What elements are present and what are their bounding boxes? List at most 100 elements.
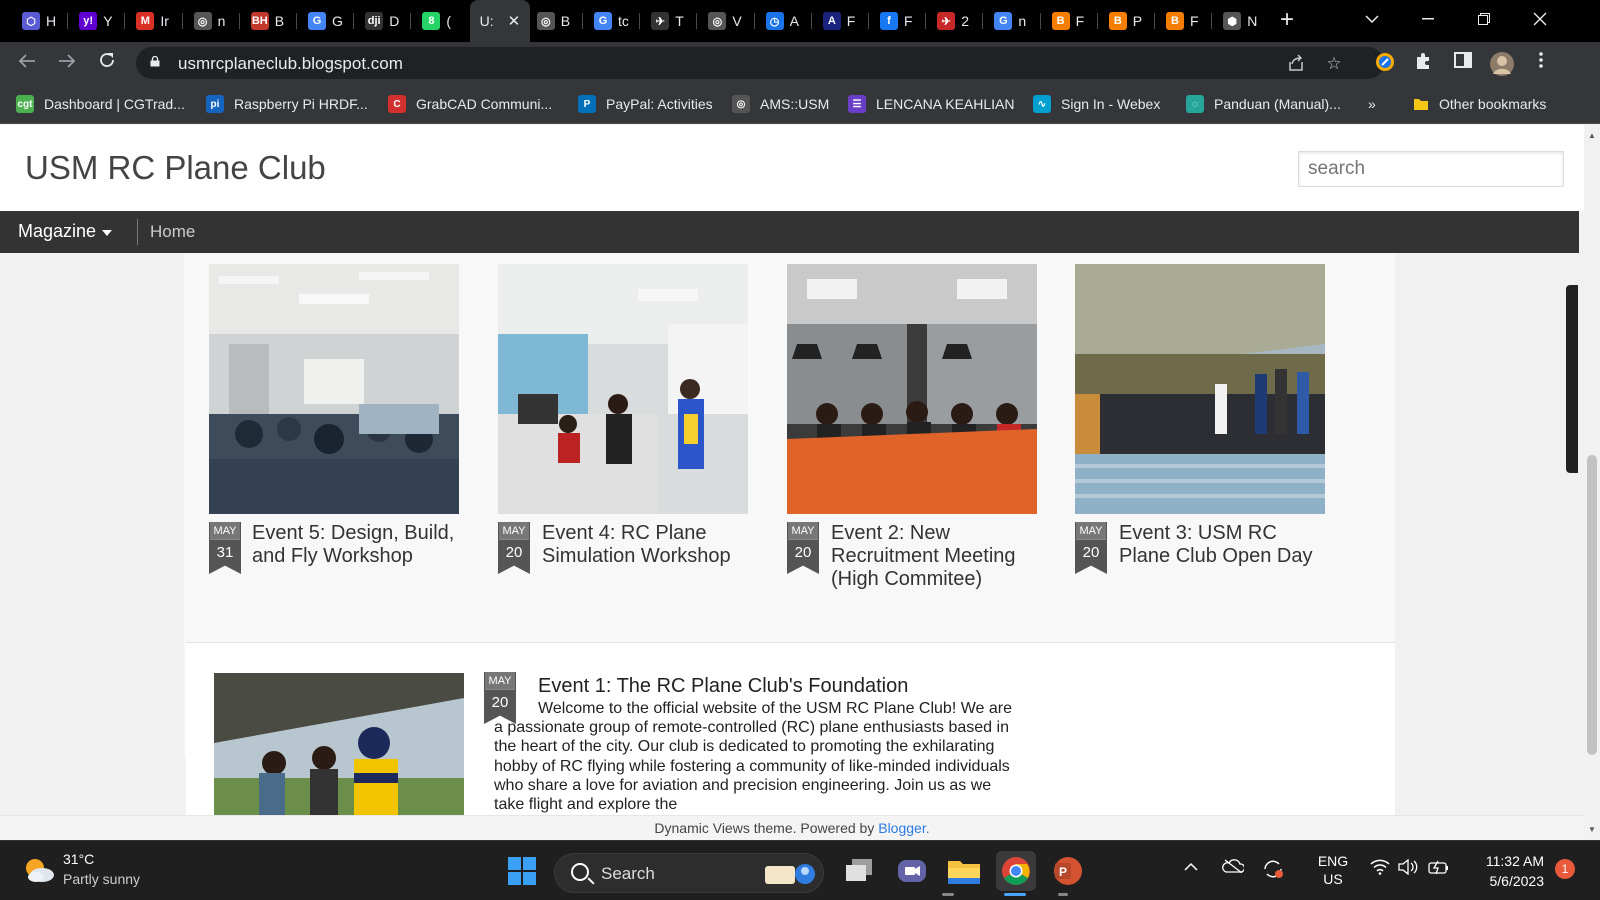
- browser-tab[interactable]: GG: [298, 0, 354, 42]
- browser-tab[interactable]: Gn: [984, 0, 1040, 42]
- restore-icon[interactable]: [1456, 0, 1512, 38]
- language-indicator[interactable]: ENG: [1316, 853, 1350, 869]
- extensions-puzzle-icon[interactable]: [1412, 52, 1434, 74]
- scrollbar-thumb[interactable]: [1587, 455, 1597, 755]
- teams-chat-icon[interactable]: [892, 851, 932, 891]
- scroll-down-arrow-icon[interactable]: ▼: [1587, 825, 1597, 834]
- close-window-icon[interactable]: [1512, 0, 1568, 38]
- tab-favicon-icon: ⬡: [22, 12, 40, 30]
- browser-tab[interactable]: ⬡ H: [12, 0, 68, 42]
- clock-time[interactable]: 11:32 AM: [1486, 853, 1544, 869]
- home-link[interactable]: Home: [150, 222, 195, 242]
- partly-sunny-icon[interactable]: [22, 855, 56, 885]
- bookmark-item[interactable]: ◎ AMS::USM: [732, 94, 829, 114]
- bookmark-star-icon[interactable]: ☆: [1324, 54, 1344, 74]
- side-panel-icon[interactable]: [1452, 52, 1474, 74]
- browser-tab[interactable]: ◷ A: [756, 0, 812, 42]
- share-icon[interactable]: [1286, 54, 1306, 74]
- browser-tab[interactable]: M Ir: [126, 0, 182, 42]
- post-photo-simulation-lab[interactable]: [498, 264, 748, 514]
- show-hidden-icons-chevron-icon[interactable]: [1184, 859, 1198, 876]
- browser-tab[interactable]: ✈ T: [641, 0, 697, 42]
- tab-search-icon[interactable]: [1344, 0, 1400, 38]
- featured-post-title[interactable]: Event 1: The RC Plane Club's Foundation: [538, 675, 908, 698]
- file-explorer-icon[interactable]: [944, 851, 984, 891]
- tab-favicon-icon: G: [308, 12, 326, 30]
- notification-badge[interactable]: 1: [1555, 859, 1575, 879]
- task-view-icon[interactable]: [840, 851, 880, 891]
- tab-favicon-icon: BH: [250, 12, 269, 30]
- chrome-taskbar-icon[interactable]: [996, 851, 1036, 891]
- browser-tab[interactable]: ⬢ N: [1213, 0, 1269, 42]
- post-photo-classroom[interactable]: [209, 264, 459, 514]
- wifi-icon[interactable]: [1370, 859, 1390, 879]
- other-bookmarks-folder[interactable]: Other bookmarks: [1413, 94, 1546, 114]
- reload-icon[interactable]: [94, 51, 120, 75]
- scroll-up-arrow-icon[interactable]: ▲: [1587, 131, 1597, 140]
- new-tab-button[interactable]: +: [1280, 8, 1294, 32]
- taskbar-search[interactable]: Search: [554, 853, 824, 893]
- tab-separator: [296, 13, 297, 29]
- browser-tab[interactable]: Gtc: [584, 0, 640, 42]
- browser-tab[interactable]: ◎ B: [527, 0, 583, 42]
- tab-title: Ir: [160, 13, 169, 29]
- browser-tab[interactable]: ✈ 2: [927, 0, 983, 42]
- blogger-link[interactable]: Blogger.: [878, 820, 929, 836]
- bookmark-item[interactable]: pi Raspberry Pi HRDF...: [206, 94, 368, 114]
- profile-avatar-icon[interactable]: [1490, 52, 1514, 76]
- weather-temperature[interactable]: 31°C: [63, 851, 94, 867]
- tab-separator: [1154, 13, 1155, 29]
- bookmark-item[interactable]: ☰ LENCANA KEAHLIAN: [848, 94, 1015, 114]
- bookmark-item[interactable]: ∿ Sign In - Webex: [1033, 94, 1160, 114]
- featured-post-photo[interactable]: [214, 673, 464, 818]
- browser-tab[interactable]: y! Y: [69, 0, 125, 42]
- post-title[interactable]: Event 5: Design, Build, and Fly Workshop: [252, 522, 462, 568]
- clock-date[interactable]: 5/6/2023: [1490, 873, 1545, 889]
- post-photo-meeting[interactable]: [787, 264, 1037, 514]
- browser-tab[interactable]: AF: [813, 0, 869, 42]
- bookmark-item[interactable]: cgt Dashboard | CGTrad...: [16, 94, 185, 114]
- browser-tab[interactable]: 8(: [412, 0, 468, 42]
- chrome-menu-icon[interactable]: [1530, 52, 1552, 74]
- browser-tab[interactable]: dji D: [355, 0, 411, 42]
- forward-icon[interactable]: [54, 51, 80, 75]
- powerpoint-icon[interactable]: P: [1048, 851, 1088, 891]
- browser-tab[interactable]: fF: [870, 0, 926, 42]
- keyboard-layout-indicator[interactable]: US: [1316, 871, 1350, 887]
- tab-separator: [238, 13, 240, 29]
- site-title[interactable]: USM RC Plane Club: [25, 149, 326, 187]
- browser-tab[interactable]: BF: [1042, 0, 1098, 42]
- bookmark-item[interactable]: P PayPal: Activities: [578, 94, 713, 114]
- browser-tab[interactable]: BH B: [241, 0, 297, 42]
- tab-favicon-icon: B: [1166, 12, 1184, 30]
- browser-tab[interactable]: BP: [1099, 0, 1155, 42]
- browser-tab[interactable]: U: ✕: [469, 0, 530, 42]
- magazine-view-dropdown[interactable]: Magazine: [18, 221, 113, 242]
- bookmark-favicon-icon: ◌: [1186, 95, 1204, 113]
- onedrive-cloud-icon[interactable]: [1222, 859, 1246, 877]
- bookmark-item[interactable]: ◌ Panduan (Manual)...: [1186, 94, 1341, 114]
- browser-tab[interactable]: ◎ n: [184, 0, 240, 42]
- back-icon[interactable]: [14, 51, 40, 75]
- browser-tab[interactable]: BF: [1156, 0, 1212, 42]
- post-title[interactable]: Event 2: New Recruitment Meeting (High C…: [831, 522, 1041, 591]
- search-input[interactable]: [1298, 151, 1564, 187]
- bookmark-label: LENCANA KEAHLIAN: [876, 96, 1015, 112]
- side-dock-tab[interactable]: [1566, 285, 1578, 473]
- bookmarks-overflow-button[interactable]: »: [1368, 94, 1376, 114]
- tab-close-icon[interactable]: ✕: [508, 12, 521, 30]
- extension-compass-icon[interactable]: [1374, 52, 1396, 74]
- post-title[interactable]: Event 4: RC Plane Simulation Workshop: [542, 522, 752, 568]
- sync-icon[interactable]: [1262, 859, 1284, 883]
- volume-speaker-icon[interactable]: [1398, 858, 1418, 879]
- minimize-icon[interactable]: [1400, 0, 1456, 38]
- bookmark-item[interactable]: C GrabCAD Communi...: [388, 94, 552, 114]
- page-scrollbar[interactable]: ▲ ▼: [1584, 125, 1600, 840]
- address-bar[interactable]: usmrcplaneclub.blogspot.com ☆: [136, 47, 1384, 79]
- start-windows-icon[interactable]: [502, 851, 542, 891]
- battery-charging-icon[interactable]: [1428, 859, 1450, 879]
- browser-tab[interactable]: ◎ V: [698, 0, 754, 42]
- post-title[interactable]: Event 3: USM RC Plane Club Open Day: [1119, 522, 1329, 568]
- weather-condition[interactable]: Partly sunny: [63, 871, 140, 887]
- post-photo-open-day[interactable]: [1075, 264, 1325, 514]
